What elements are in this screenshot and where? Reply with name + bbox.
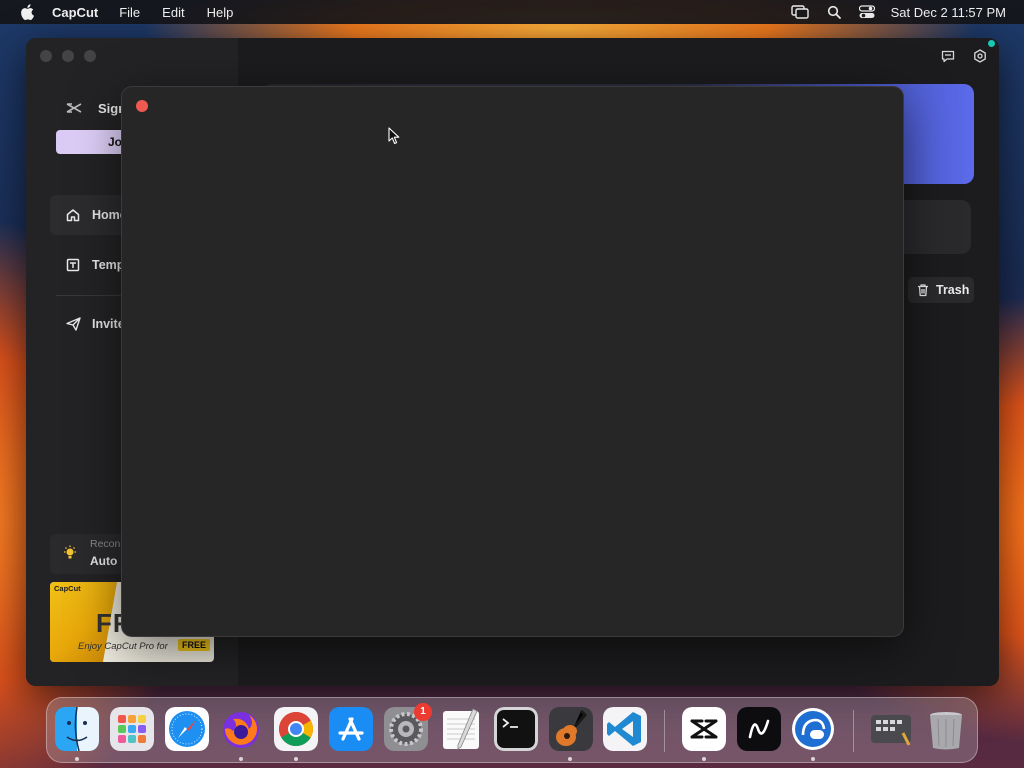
dock-trash-icon[interactable] xyxy=(924,707,968,751)
screen-mirroring-icon[interactable] xyxy=(790,5,809,19)
online-status-dot xyxy=(988,40,995,47)
apple-icon[interactable] xyxy=(20,4,34,20)
templates-icon xyxy=(65,257,81,273)
dock-running-indicator xyxy=(75,757,79,761)
capcut-logo-icon xyxy=(66,103,82,113)
menu-help[interactable]: Help xyxy=(207,5,234,20)
trash-button[interactable]: Trash xyxy=(908,277,974,303)
loading-dialog xyxy=(122,87,903,636)
dock-running-indicator xyxy=(568,757,572,761)
menu-bar: CapCut File Edit Help Sat Dec 2 11:57 PM xyxy=(0,0,1024,24)
dock-terminal-icon[interactable] xyxy=(494,707,538,751)
dock-garageband-icon[interactable] xyxy=(549,707,593,751)
dock-firefox-icon[interactable] xyxy=(219,707,263,751)
dialog-close-button[interactable] xyxy=(136,100,148,112)
app-menu-capcut[interactable]: CapCut xyxy=(52,5,98,20)
dock-app-store-icon[interactable] xyxy=(329,707,373,751)
menu-file[interactable]: File xyxy=(119,5,140,20)
promo-brand: CapCut xyxy=(54,584,81,593)
window-close-button[interactable] xyxy=(40,50,52,62)
dock-separator xyxy=(664,710,665,752)
dock-linear-icon[interactable] xyxy=(737,707,781,751)
window-zoom-button[interactable] xyxy=(84,50,96,62)
window-toolbar xyxy=(925,47,989,65)
home-icon xyxy=(65,207,81,223)
dock-separator xyxy=(853,710,854,752)
control-center-icon[interactable] xyxy=(858,5,875,19)
dock-running-indicator xyxy=(239,757,243,761)
promo-free-tag: FREE xyxy=(178,639,211,651)
dock-running-indicator xyxy=(702,757,706,761)
dock-textedit-icon[interactable] xyxy=(439,707,483,751)
dock xyxy=(46,697,978,763)
dock-finder-icon[interactable] xyxy=(55,707,99,751)
recon-title: Recon xyxy=(90,538,121,550)
lightbulb-icon xyxy=(64,545,76,559)
trash-label: Trash xyxy=(936,283,970,297)
promo-subtitle: Enjoy CapCut Pro for xyxy=(78,641,168,652)
spotlight-search-icon[interactable] xyxy=(827,5,841,19)
window-minimize-button[interactable] xyxy=(62,50,74,62)
dock-safari-icon[interactable] xyxy=(165,707,209,751)
mouse-cursor-icon xyxy=(388,127,400,145)
menu-edit[interactable]: Edit xyxy=(162,5,184,20)
dock-proxyman-icon[interactable] xyxy=(791,707,835,751)
sidebar-item-label: Invite xyxy=(92,317,125,331)
dock-capcut-icon[interactable] xyxy=(682,707,726,751)
dock-launchpad-icon[interactable] xyxy=(110,707,154,751)
send-icon xyxy=(65,316,81,332)
dock-screenshot-icon[interactable] xyxy=(869,707,913,751)
feedback-icon[interactable] xyxy=(939,47,957,65)
sidebar-item-label: Temp xyxy=(92,258,125,272)
trash-icon xyxy=(918,284,928,297)
dock-running-indicator xyxy=(294,757,298,761)
dock-vscode-icon[interactable] xyxy=(603,707,647,751)
menu-clock[interactable]: Sat Dec 2 11:57 PM xyxy=(891,5,1006,20)
dock-running-indicator xyxy=(811,757,815,761)
settings-gear-icon[interactable] xyxy=(971,47,989,65)
settings-notification-badge: 1 xyxy=(414,703,432,721)
dock-chrome-icon[interactable] xyxy=(274,707,318,751)
recon-value: Auto xyxy=(90,554,118,568)
